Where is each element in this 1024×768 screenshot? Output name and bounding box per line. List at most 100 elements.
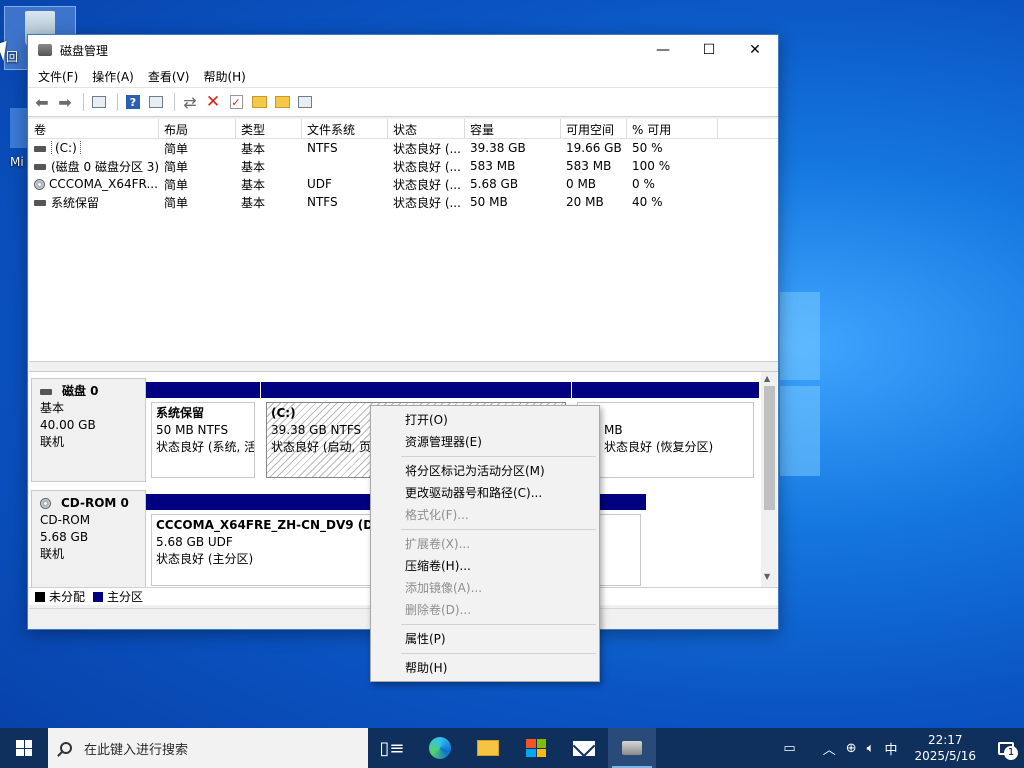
open-button[interactable] bbox=[249, 92, 269, 112]
cdrom-0-label[interactable]: CD-ROM 0 CD-ROM 5.68 GB 联机 bbox=[31, 490, 146, 590]
menu-item-help[interactable]: 帮助(H) bbox=[371, 657, 599, 679]
volume-capacity: 583 MB bbox=[470, 159, 516, 173]
back-arrow-icon: ⬅ bbox=[35, 92, 49, 112]
column-status[interactable]: 状态 bbox=[388, 119, 465, 139]
delete-x-icon: ✕ bbox=[205, 92, 221, 112]
menu-item-delete-volume: 删除卷(D)... bbox=[405, 603, 472, 617]
clock-time: 22:17 bbox=[927, 733, 963, 747]
minimize-button[interactable]: — bbox=[640, 35, 686, 65]
ime-indicator[interactable]: 中 bbox=[879, 739, 902, 758]
store-taskbar-button[interactable] bbox=[512, 728, 560, 768]
volume-layout: 简单 bbox=[164, 141, 189, 156]
drive-icon bbox=[34, 164, 46, 170]
clock-date: 2025/5/16 bbox=[914, 749, 976, 763]
task-view-button[interactable]: ▯≡ bbox=[368, 728, 416, 768]
network-globe-icon[interactable]: ⊕ bbox=[841, 741, 862, 756]
volume-free: 583 MB bbox=[566, 159, 612, 173]
news-widget-icon[interactable]: ▭ bbox=[778, 741, 817, 756]
menu-item-explorer[interactable]: 资源管理器(E) bbox=[371, 431, 599, 453]
partition-system-reserved[interactable]: 系统保留 50 MB NTFS 状态良好 (系统, 活 bbox=[146, 382, 260, 482]
volume-list: 卷 布局 类型 文件系统 状态 容量 可用空间 % 可用 (C:) 简单 基本 … bbox=[29, 119, 778, 362]
volume-type: 基本 bbox=[241, 159, 266, 174]
file-explorer-taskbar-button[interactable] bbox=[464, 728, 512, 768]
volume-fs: UDF bbox=[307, 177, 332, 191]
volume-pct: 100 % bbox=[632, 159, 671, 173]
back-button[interactable]: ⬅ bbox=[32, 92, 52, 112]
toolbar-separator bbox=[83, 93, 84, 111]
scroll-down-icon[interactable]: ▼ bbox=[764, 572, 770, 581]
disk-management-taskbar-button[interactable] bbox=[608, 728, 656, 768]
volume-name: CCCOMA_X64FR... bbox=[49, 177, 158, 191]
show-hide-action-pane-button[interactable] bbox=[146, 92, 166, 112]
table-row[interactable]: 系统保留 简单 基本 NTFS 状态良好 (... 50 MB 20 MB 40… bbox=[29, 193, 778, 211]
column-type[interactable]: 类型 bbox=[236, 119, 302, 139]
table-row[interactable]: (磁盘 0 磁盘分区 3) 简单 基本 状态良好 (... 583 MB 583… bbox=[29, 157, 778, 175]
drive-icon bbox=[34, 200, 46, 206]
edge-taskbar-button[interactable] bbox=[416, 728, 464, 768]
menu-action[interactable]: 操作(A) bbox=[86, 68, 140, 85]
volume-name: 系统保留 bbox=[51, 195, 100, 210]
properties-button[interactable]: ✓ bbox=[226, 92, 246, 112]
column-filesystem[interactable]: 文件系统 bbox=[302, 119, 388, 139]
task-view-icon: ▯≡ bbox=[379, 737, 405, 759]
primary-partition-bar bbox=[261, 382, 571, 398]
primary-swatch bbox=[93, 591, 104, 602]
menu-item-extend: 扩展卷(X)... bbox=[405, 537, 471, 551]
menu-item-format: 格式化(F)... bbox=[405, 508, 469, 522]
help-button[interactable]: ? bbox=[123, 92, 143, 112]
checklist-icon: ✓ bbox=[229, 95, 243, 109]
volume-list-header: 卷 布局 类型 文件系统 状态 容量 可用空间 % 可用 bbox=[29, 119, 778, 139]
menu-item-mark-active[interactable]: 将分区标记为活动分区(M) bbox=[371, 460, 599, 482]
system-tray: ▭ ︿ ⊕ 🔈︎ 中 22:17 2025/5/16 1 bbox=[778, 728, 1024, 768]
disk-map-scrollbar[interactable]: ▲ ▼ bbox=[761, 372, 777, 587]
volume-speaker-icon[interactable]: 🔈︎ bbox=[862, 741, 880, 756]
table-row[interactable]: CCCOMA_X64FR... 简单 基本 UDF 状态良好 (... 5.68… bbox=[29, 175, 778, 193]
show-hidden-icons-chevron-icon[interactable]: ︿ bbox=[818, 739, 841, 758]
show-hide-console-tree-button[interactable] bbox=[89, 92, 109, 112]
partition-status: 状态良好 (恢复分区) bbox=[604, 440, 714, 454]
menu-item-open[interactable]: 打开(O) bbox=[371, 409, 599, 431]
forward-button[interactable]: ➡ bbox=[55, 92, 75, 112]
menu-view[interactable]: 查看(V) bbox=[142, 68, 196, 85]
table-row[interactable]: (C:) 简单 基本 NTFS 状态良好 (... 39.38 GB 19.66… bbox=[29, 139, 778, 157]
edge-icon bbox=[429, 737, 451, 759]
clock[interactable]: 22:17 2025/5/16 bbox=[902, 732, 988, 764]
disk-name: CD-ROM 0 bbox=[61, 496, 129, 510]
column-free-space[interactable]: 可用空间 bbox=[561, 119, 627, 139]
menu-help[interactable]: 帮助(H) bbox=[197, 68, 251, 85]
scroll-up-icon[interactable]: ▲ bbox=[764, 374, 770, 383]
notification-center-button[interactable]: 1 bbox=[988, 728, 1024, 768]
menu-item-change-drive-letter[interactable]: 更改驱动器号和路径(C)... bbox=[371, 482, 599, 504]
column-volume[interactable]: 卷 bbox=[29, 119, 159, 139]
disk-kind: 基本 bbox=[40, 401, 65, 415]
partition-recovery[interactable]: MB 状态良好 (恢复分区) bbox=[572, 382, 759, 482]
menu-item-add-mirror: 添加镜像(A)... bbox=[405, 581, 483, 595]
disk-size: 40.00 GB bbox=[40, 418, 96, 432]
maximize-button[interactable]: ☐ bbox=[686, 35, 732, 65]
menu-item-properties[interactable]: 属性(P) bbox=[371, 628, 599, 650]
menu-file[interactable]: 文件(F) bbox=[32, 68, 84, 85]
connect-drive-button[interactable]: ⇄ bbox=[180, 92, 200, 112]
disk-0-label[interactable]: 磁盘 0 基本 40.00 GB 联机 bbox=[31, 378, 146, 482]
unallocated-swatch bbox=[35, 591, 45, 602]
mail-icon bbox=[573, 740, 595, 756]
column-capacity[interactable]: 容量 bbox=[465, 119, 561, 139]
start-button[interactable] bbox=[0, 728, 48, 768]
explore-button[interactable] bbox=[272, 92, 292, 112]
volume-pct: 40 % bbox=[632, 195, 663, 209]
volume-layout: 简单 bbox=[164, 159, 189, 174]
volume-status: 状态良好 (... bbox=[393, 159, 461, 174]
mail-taskbar-button[interactable] bbox=[560, 728, 608, 768]
close-button[interactable]: ✕ bbox=[732, 35, 778, 65]
settings-list-button[interactable] bbox=[295, 92, 315, 112]
column-layout[interactable]: 布局 bbox=[159, 119, 236, 139]
taskbar-search-box[interactable]: 在此键入进行搜索 bbox=[48, 728, 368, 768]
menu-item-shrink[interactable]: 压缩卷(H)... bbox=[371, 555, 599, 577]
title-bar[interactable]: 磁盘管理 — ☐ ✕ bbox=[28, 35, 778, 65]
store-icon bbox=[526, 739, 546, 757]
delete-button[interactable]: ✕ bbox=[203, 92, 223, 112]
connect-icon: ⇄ bbox=[183, 92, 197, 112]
disk-name: 磁盘 0 bbox=[62, 384, 99, 398]
column-percent-free[interactable]: % 可用 bbox=[627, 119, 718, 139]
scrollbar-thumb[interactable] bbox=[764, 386, 775, 510]
